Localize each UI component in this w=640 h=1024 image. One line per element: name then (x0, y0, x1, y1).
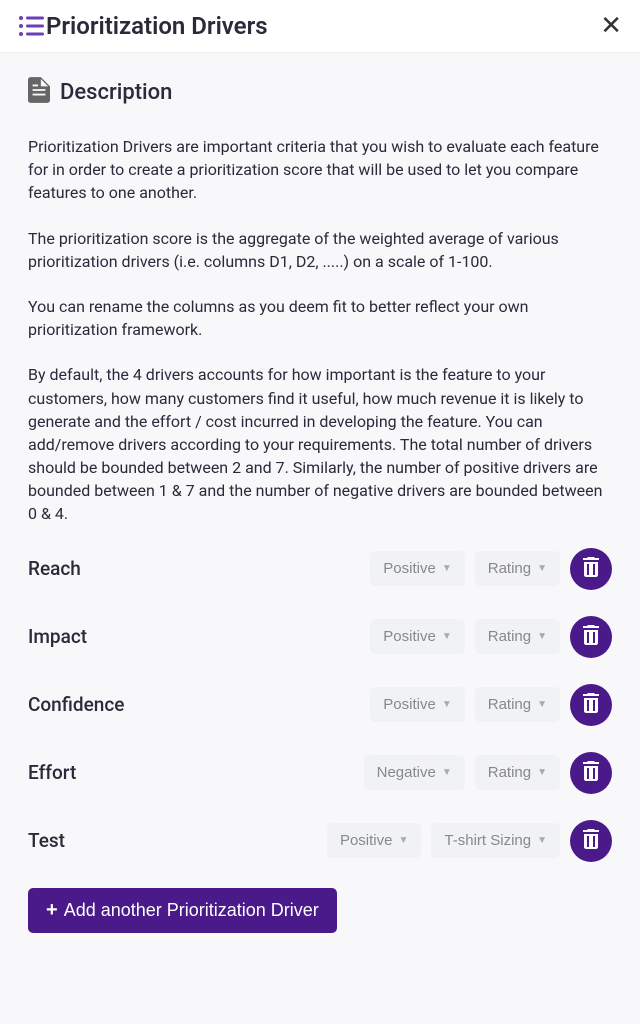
description-paragraph: You can rename the columns as you deem f… (28, 295, 612, 341)
trash-icon (582, 829, 600, 852)
add-driver-label: Add another Prioritization Driver (64, 900, 319, 921)
content: Description Prioritization Drivers are i… (0, 53, 640, 953)
chevron-down-icon: ▼ (537, 699, 547, 710)
plus-icon: + (46, 900, 58, 920)
description-paragraph: By default, the 4 drivers accounts for h… (28, 363, 612, 525)
menu-icon[interactable] (18, 15, 46, 37)
driver-row: Effort Negative ▼ Rating ▼ (28, 752, 612, 794)
close-icon[interactable]: ✕ (600, 13, 622, 39)
driver-row: Confidence Positive ▼ Rating ▼ (28, 684, 612, 726)
delete-driver-button[interactable] (570, 616, 612, 658)
add-driver-button[interactable]: + Add another Prioritization Driver (28, 888, 337, 933)
chevron-down-icon: ▼ (537, 767, 547, 778)
chevron-down-icon: ▼ (442, 767, 452, 778)
scale-value: T-shirt Sizing (444, 832, 531, 849)
scale-select[interactable]: Rating ▼ (475, 755, 560, 790)
section-header: Description (28, 77, 612, 107)
chevron-down-icon: ▼ (537, 631, 547, 642)
document-icon (28, 77, 50, 107)
page-title: Prioritization Drivers (46, 12, 600, 40)
delete-driver-button[interactable] (570, 752, 612, 794)
polarity-value: Negative (377, 764, 436, 781)
scale-value: Rating (488, 696, 531, 713)
description-paragraph: The prioritization score is the aggregat… (28, 227, 612, 273)
scale-value: Rating (488, 560, 531, 577)
description-block: Prioritization Drivers are important cri… (28, 135, 612, 526)
chevron-down-icon: ▼ (442, 563, 452, 574)
driver-row: Test Positive ▼ T-shirt Sizing ▼ (28, 820, 612, 862)
delete-driver-button[interactable] (570, 820, 612, 862)
chevron-down-icon: ▼ (442, 631, 452, 642)
chevron-down-icon: ▼ (537, 563, 547, 574)
scale-value: Rating (488, 628, 531, 645)
trash-icon (582, 761, 600, 784)
polarity-value: Positive (383, 628, 436, 645)
polarity-select[interactable]: Positive ▼ (327, 823, 421, 858)
delete-driver-button[interactable] (570, 548, 612, 590)
driver-name: Impact (28, 625, 360, 648)
polarity-select[interactable]: Positive ▼ (370, 687, 464, 722)
chevron-down-icon: ▼ (537, 835, 547, 846)
scale-select[interactable]: Rating ▼ (475, 687, 560, 722)
scale-value: Rating (488, 764, 531, 781)
chevron-down-icon: ▼ (442, 699, 452, 710)
polarity-select[interactable]: Positive ▼ (370, 551, 464, 586)
modal-header: Prioritization Drivers ✕ (0, 0, 640, 53)
section-title: Description (60, 80, 172, 105)
driver-row: Impact Positive ▼ Rating ▼ (28, 616, 612, 658)
chevron-down-icon: ▼ (398, 835, 408, 846)
drivers-list: ReachPositive▼Rating▼ImpactPositive▼Rati… (28, 548, 612, 862)
polarity-value: Positive (383, 560, 436, 577)
trash-icon (582, 693, 600, 716)
polarity-value: Positive (340, 832, 393, 849)
driver-name: Effort (28, 761, 354, 784)
scale-select[interactable]: Rating ▼ (475, 551, 560, 586)
polarity-select[interactable]: Negative ▼ (364, 755, 465, 790)
driver-name: Confidence (28, 693, 360, 716)
scale-select[interactable]: T-shirt Sizing ▼ (431, 823, 560, 858)
scale-select[interactable]: Rating ▼ (475, 619, 560, 654)
driver-name: Test (28, 829, 317, 852)
delete-driver-button[interactable] (570, 684, 612, 726)
trash-icon (582, 625, 600, 648)
polarity-select[interactable]: Positive ▼ (370, 619, 464, 654)
driver-name: Reach (28, 557, 360, 580)
driver-row: Reach Positive ▼ Rating ▼ (28, 548, 612, 590)
trash-icon (582, 557, 600, 580)
description-paragraph: Prioritization Drivers are important cri… (28, 135, 612, 205)
polarity-value: Positive (383, 696, 436, 713)
